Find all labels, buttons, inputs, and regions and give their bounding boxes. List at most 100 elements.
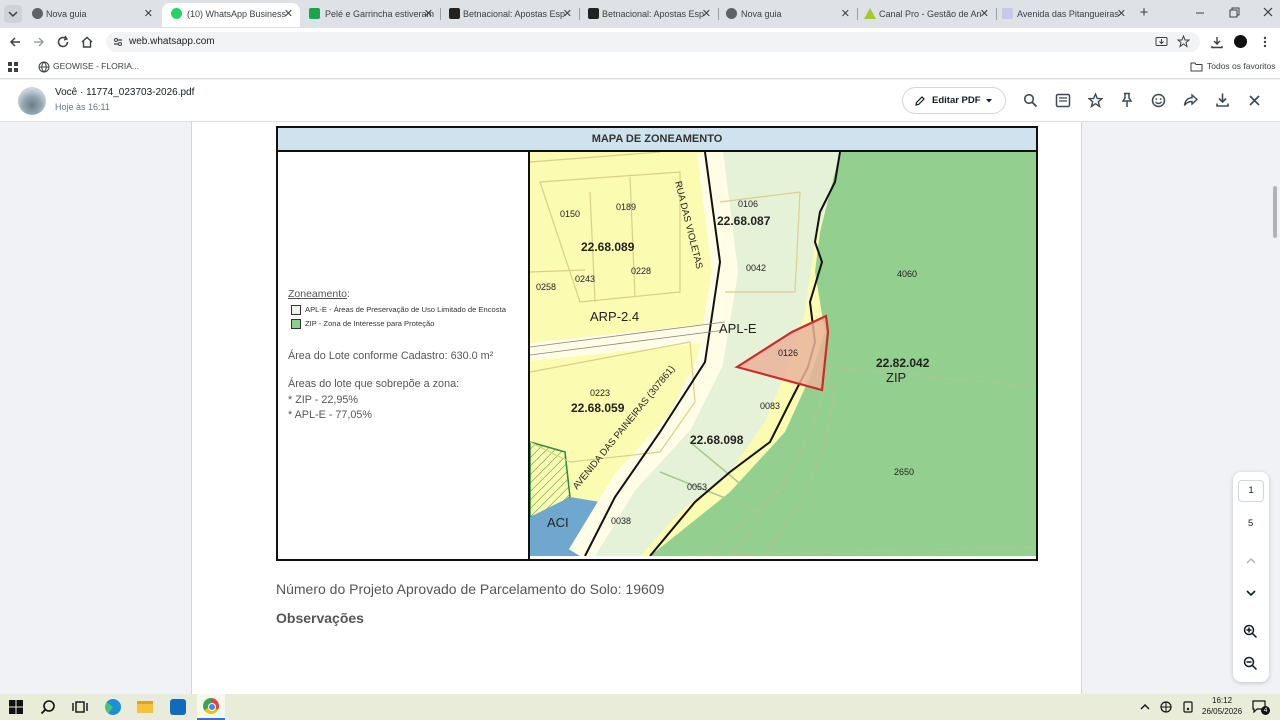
tab-betnacional-2[interactable]: Betnacional: Apostas Esp ✕: [580, 3, 718, 27]
bookmark-star-icon[interactable]: [1177, 35, 1190, 48]
avatar[interactable]: [18, 87, 46, 115]
search-icon[interactable]: [40, 699, 56, 715]
close-icon: [1263, 7, 1273, 17]
chrome-icon: [32, 8, 43, 19]
label-2650: 2650: [894, 467, 914, 477]
close-window-button[interactable]: [1260, 6, 1276, 20]
label-22-68-098: 22.68.098: [690, 433, 744, 447]
caret-down-icon: [986, 99, 992, 103]
globe-icon: [38, 61, 50, 73]
label-0083: 0083: [760, 401, 780, 411]
edit-pdf-button[interactable]: Editar PDF: [902, 87, 1006, 114]
tab-avenida[interactable]: Avenida das Pitangueiras ✕: [997, 3, 1133, 27]
device-icon[interactable]: [1182, 701, 1194, 713]
new-tab-button[interactable]: +: [1136, 4, 1152, 22]
tab-canal-pro[interactable]: Canal Pro - Gestão de An ✕: [858, 3, 996, 27]
observations-heading: Observações: [276, 610, 364, 626]
apps-grid-icon[interactable]: [7, 61, 19, 73]
reload-icon[interactable]: [56, 35, 70, 49]
restore-button[interactable]: [1226, 6, 1242, 20]
bookmark-geowise[interactable]: GEOWISE - FLORIA...: [53, 61, 139, 71]
label-0258: 0258: [536, 282, 556, 292]
outlook-icon[interactable]: [170, 699, 186, 715]
chrome-taskbar-button[interactable]: [197, 694, 225, 720]
star-icon[interactable]: [1088, 93, 1103, 108]
label-4060: 4060: [897, 269, 917, 279]
label-arp-2-4: ARP-2.4: [590, 309, 639, 324]
edit-pdf-label: Editar PDF: [932, 95, 981, 106]
lot-area-text: Área do Lote conforme Cadastro: 630.0 m²: [288, 350, 494, 362]
minimize-button[interactable]: [1192, 6, 1208, 20]
tab-betnacional-1[interactable]: Betnacional: Apostas Esp ✕: [441, 3, 579, 27]
chevron-up-icon[interactable]: [1244, 556, 1258, 566]
close-icon[interactable]: ✕: [284, 3, 293, 25]
zoom-out-icon[interactable]: [1243, 656, 1258, 671]
close-icon[interactable]: [1248, 94, 1261, 107]
close-icon[interactable]: ✕: [980, 3, 989, 25]
whatsapp-icon: [171, 8, 182, 19]
task-view-icon[interactable]: [72, 700, 88, 714]
betnacional-icon: [588, 8, 599, 19]
bookmarks-bar: [0, 56, 1280, 79]
chevron-down-icon[interactable]: [1244, 588, 1258, 598]
file-explorer-icon[interactable]: [137, 701, 153, 713]
notification-count: 4: [1263, 707, 1268, 714]
edge-icon[interactable]: [105, 699, 121, 715]
tab-ge[interactable]: Pelé e Garrincha estiveram ✕: [300, 3, 440, 27]
label-0223: 0223: [590, 388, 610, 398]
label-0189: 0189: [616, 202, 636, 212]
tab-label: Nova guia: [46, 9, 87, 19]
close-icon[interactable]: ✕: [424, 3, 433, 25]
canalpro-icon: [864, 8, 876, 19]
downloads-icon[interactable]: [1210, 35, 1224, 49]
show-in-chat-icon[interactable]: [1055, 93, 1071, 108]
close-icon[interactable]: ✕: [702, 3, 711, 25]
overlap-aple: * APL-E - 77,05%: [288, 409, 373, 421]
overlap-zip: * ZIP - 22,95%: [288, 394, 359, 406]
legend-label-zip: ZIP - Zona de Interesse para Proteção: [305, 319, 435, 328]
legend-swatch-zip: [291, 319, 301, 329]
clock-date[interactable]: 26/05/2026: [1202, 707, 1242, 716]
tab-label: Canal Pro - Gestão de An: [879, 9, 982, 19]
label-0106: 0106: [738, 199, 758, 209]
close-icon[interactable]: ✕: [841, 3, 850, 25]
address-bar[interactable]: web.whatsapp.com: [106, 32, 1200, 52]
tab-whatsapp[interactable]: (10) WhatsApp Business ✕: [162, 3, 300, 27]
zoom-in-icon[interactable]: [1243, 624, 1258, 639]
label-0126: 0126: [778, 348, 798, 358]
ge-icon: [309, 8, 320, 19]
current-page-box[interactable]: 1: [1238, 480, 1264, 502]
search-icon[interactable]: [1023, 93, 1038, 108]
install-app-icon[interactable]: [1155, 36, 1168, 48]
label-apl-e: APL-E: [719, 321, 757, 336]
forward-share-icon[interactable]: [1183, 93, 1199, 107]
label-22-68-089: 22.68.089: [581, 240, 635, 254]
clock-time[interactable]: 16:12: [1212, 696, 1232, 705]
emoji-icon[interactable]: [1151, 93, 1166, 108]
download-icon[interactable]: [1215, 92, 1230, 108]
pin-icon[interactable]: [1120, 92, 1134, 108]
close-icon[interactable]: ✕: [1117, 3, 1126, 25]
forward-icon[interactable]: [32, 35, 46, 49]
kebab-menu-icon[interactable]: [1259, 35, 1271, 49]
profile-avatar[interactable]: [1234, 35, 1247, 48]
network-icon[interactable]: [1160, 701, 1172, 713]
label-0150: 0150: [560, 209, 580, 219]
back-icon[interactable]: [8, 35, 22, 49]
tab-nova-guia-1[interactable]: Nova guia ✕: [0, 3, 160, 27]
site-info-icon[interactable]: [112, 36, 124, 48]
close-icon[interactable]: ✕: [144, 3, 153, 25]
home-icon[interactable]: [80, 35, 94, 49]
chevron-up-icon[interactable]: [1139, 702, 1151, 712]
legend-swatch-aple: [291, 305, 301, 315]
minimize-icon: [1196, 12, 1204, 14]
tab-label: Betnacional: Apostas Esp: [463, 9, 566, 19]
tab-nova-guia-2[interactable]: Nova guia ✕: [719, 3, 857, 27]
url-text: web.whatsapp.com: [129, 36, 215, 47]
betnacional-icon: [449, 8, 460, 19]
map-title: MAPA DE ZONEAMENTO: [591, 133, 723, 145]
all-bookmarks-link[interactable]: Todos os favoritos: [1207, 61, 1276, 71]
windows-start-icon[interactable]: [9, 700, 23, 714]
close-icon[interactable]: ✕: [563, 3, 572, 25]
page-scrollbar-thumb[interactable]: [1273, 186, 1277, 238]
